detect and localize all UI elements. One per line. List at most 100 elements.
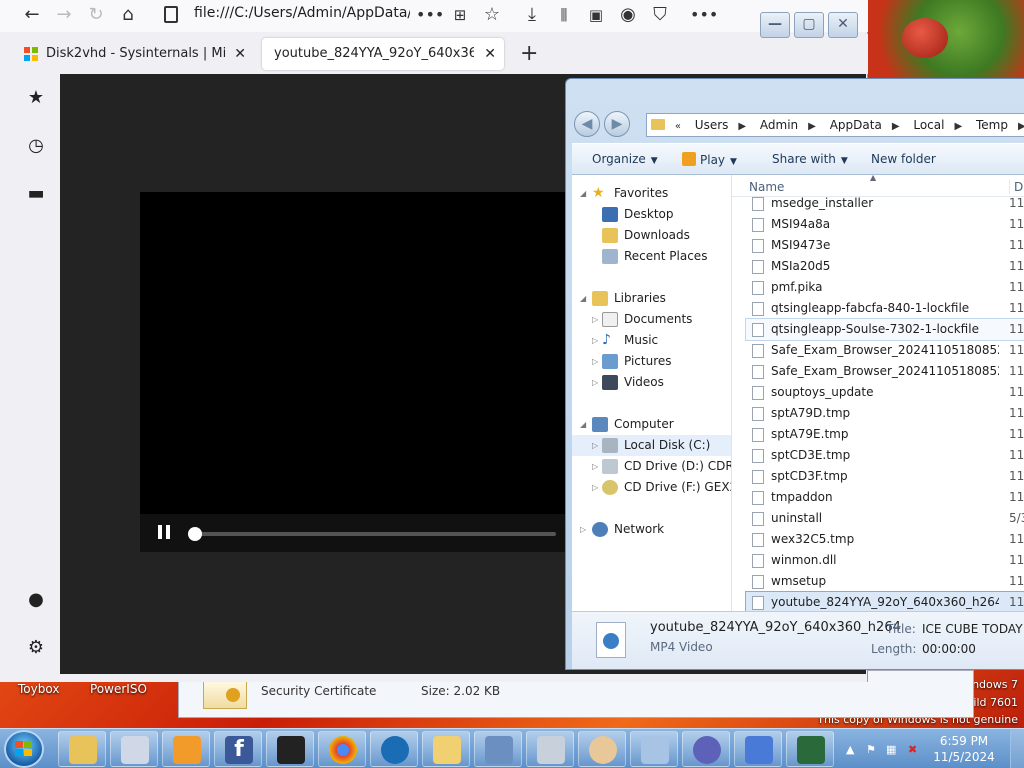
file-row[interactable]: sptA79E.tmp 11,: [746, 424, 1024, 445]
maximize-button[interactable]: ▢: [794, 12, 824, 38]
nav-cd-drive-d[interactable]: ▷ CD Drive (D:) CDROM: [572, 456, 731, 477]
taskbar-facebook[interactable]: f: [214, 731, 262, 767]
home-icon[interactable]: ⌂: [116, 4, 140, 26]
breadcrumb-users[interactable]: Users: [695, 118, 729, 132]
synced-tabs-icon[interactable]: ▬: [24, 182, 48, 206]
taskbar-browser[interactable]: [370, 731, 418, 767]
tab-video[interactable]: youtube_824YYA_92oY_640x360_h264.mp4 ✕: [262, 38, 504, 70]
taskbar-gear-app[interactable]: [682, 731, 730, 767]
play-button[interactable]: Play ▼: [682, 152, 737, 167]
file-row[interactable]: winmon.dll 11,: [746, 550, 1024, 571]
breadcrumb-admin[interactable]: Admin: [760, 118, 798, 132]
bookmarks-star-icon[interactable]: ★: [24, 86, 48, 110]
breadcrumb-local[interactable]: Local: [913, 118, 944, 132]
nav-network[interactable]: ▷ Network: [572, 519, 731, 540]
nav-desktop[interactable]: Desktop: [572, 204, 731, 225]
taskbar-media[interactable]: [162, 731, 210, 767]
new-folder-button[interactable]: New folder: [871, 152, 936, 166]
column-name[interactable]: Name: [749, 180, 784, 194]
file-row[interactable]: tmpaddon 11,: [746, 487, 1024, 508]
explorer-back-icon[interactable]: ◀: [574, 111, 600, 137]
file-row[interactable]: sptCD3E.tmp 11,: [746, 445, 1024, 466]
video-player[interactable]: [140, 192, 580, 550]
network-tray-icon[interactable]: ▦: [886, 743, 900, 756]
reload-icon[interactable]: ↻: [84, 4, 108, 26]
bookmark-star-icon[interactable]: ☆: [480, 4, 504, 26]
clock[interactable]: 6:59 PM 11/5/2024: [932, 733, 996, 765]
taskbar-app-dark[interactable]: [266, 731, 314, 767]
file-row[interactable]: qtsingleapp-fabcfa-840-1-lockfile 11,: [746, 298, 1024, 319]
taskbar-calculator[interactable]: [526, 731, 574, 767]
tray-expand-icon[interactable]: ▲: [846, 743, 860, 756]
nav-music[interactable]: ▷ ♪ Music: [572, 330, 731, 351]
forward-icon[interactable]: →: [52, 4, 76, 26]
breadcrumb-temp[interactable]: Temp: [976, 118, 1008, 132]
close-window-button[interactable]: ✕: [828, 12, 858, 38]
taskbar-paint[interactable]: [110, 731, 158, 767]
nav-cd-drive-f[interactable]: ▷ CD Drive (F:) GEX2_D: [572, 477, 731, 498]
library-icon[interactable]: ⫼: [552, 4, 576, 26]
taskbar-explorer[interactable]: [58, 731, 106, 767]
column-date[interactable]: Da: [1009, 180, 1024, 194]
file-row[interactable]: qtsingleapp-Soulse-7302-1-lockfile 11,: [745, 318, 1024, 341]
menu-icon[interactable]: •••: [690, 4, 718, 26]
file-row[interactable]: uninstall 5/3: [746, 508, 1024, 529]
settings-gear-icon[interactable]: ⚙: [24, 636, 48, 660]
nav-favorites[interactable]: ◢ ★ Favorites: [572, 183, 731, 204]
desktop-icon-toybox[interactable]: Toybox: [18, 682, 59, 696]
account-circle-icon[interactable]: ●: [24, 588, 48, 612]
desktop-icon-poweriso[interactable]: PowerISO: [90, 682, 147, 696]
sidebar-icon[interactable]: ▣: [584, 4, 608, 26]
file-row[interactable]: wmsetup 11,: [746, 571, 1024, 592]
volume-muted-icon[interactable]: ✖: [908, 743, 922, 756]
start-button[interactable]: [4, 730, 44, 768]
seek-bar[interactable]: [190, 532, 556, 536]
taskbar-chrome[interactable]: [318, 731, 366, 767]
nav-pictures[interactable]: ▷ Pictures: [572, 351, 731, 372]
file-row[interactable]: Safe_Exam_Browser_20241105180852 11,: [746, 340, 1024, 361]
explorer-forward-icon[interactable]: ▶: [604, 111, 630, 137]
file-row[interactable]: youtube_824YYA_92oY_640x360_h264 11,: [745, 591, 1024, 611]
show-desktop-button[interactable]: [1010, 729, 1024, 768]
nav-computer[interactable]: ◢ Computer: [572, 414, 731, 435]
file-row[interactable]: souptoys_update 11,: [746, 382, 1024, 403]
close-tab-icon[interactable]: ✕: [484, 38, 496, 70]
nav-downloads[interactable]: Downloads: [572, 225, 731, 246]
more-icon[interactable]: •••: [416, 4, 444, 26]
close-tab-icon[interactable]: ✕: [234, 38, 246, 70]
history-icon[interactable]: ◷: [24, 134, 48, 158]
pause-icon[interactable]: [158, 525, 170, 539]
new-tab-icon[interactable]: +: [520, 38, 538, 70]
breadcrumb-appdata[interactable]: AppData: [830, 118, 882, 132]
file-row[interactable]: wex32C5.tmp 11,: [746, 529, 1024, 550]
nav-documents[interactable]: ▷ Documents: [572, 309, 731, 330]
taskbar-search[interactable]: [630, 731, 678, 767]
seek-handle[interactable]: [188, 527, 202, 541]
file-row[interactable]: pmf.pika 11,: [746, 277, 1024, 298]
file-row[interactable]: msedge_installer 11,: [746, 193, 1024, 214]
file-row[interactable]: MSI94a8a 11,: [746, 214, 1024, 235]
minimize-button[interactable]: —: [760, 12, 790, 38]
organize-button[interactable]: Organize ▼: [592, 152, 658, 166]
nav-local-disk[interactable]: ▷ Local Disk (C:): [572, 435, 731, 456]
file-row[interactable]: sptCD3F.tmp 11,: [746, 466, 1024, 487]
file-row[interactable]: MSI9473e 11,: [746, 235, 1024, 256]
file-row[interactable]: MSIa20d5 11,: [746, 256, 1024, 277]
taskbar-palette[interactable]: [578, 731, 626, 767]
file-row[interactable]: sptA79D.tmp 11,: [746, 403, 1024, 424]
tab-disk2vhd[interactable]: Disk2vhd - Sysinternals | Microsoft Lear…: [14, 38, 254, 70]
taskbar-remote[interactable]: [474, 731, 522, 767]
url-bar[interactable]: file:///C:/Users/Admin/AppData/Local/Tem…: [194, 5, 410, 21]
taskbar-bird[interactable]: [734, 731, 782, 767]
address-bar[interactable]: « Users▶ Admin▶ AppData▶ Local▶ Temp▶: [646, 113, 1024, 137]
nav-libraries[interactable]: ◢ Libraries: [572, 288, 731, 309]
file-row[interactable]: Safe_Exam_Browser_20241105180852_001... 1…: [746, 361, 1024, 382]
downloads-icon[interactable]: ⤓: [520, 4, 544, 26]
taskbar-terminal[interactable]: [786, 731, 834, 767]
account-icon[interactable]: ◉: [616, 4, 640, 26]
shield-icon[interactable]: ⛉: [648, 4, 672, 26]
nav-videos[interactable]: ▷ Videos: [572, 372, 731, 393]
share-with-button[interactable]: Share with ▼: [772, 152, 848, 166]
details-title-value[interactable]: ICE CUBE TODAY WA: [922, 622, 1024, 636]
action-center-flag-icon[interactable]: ⚑: [866, 743, 880, 756]
